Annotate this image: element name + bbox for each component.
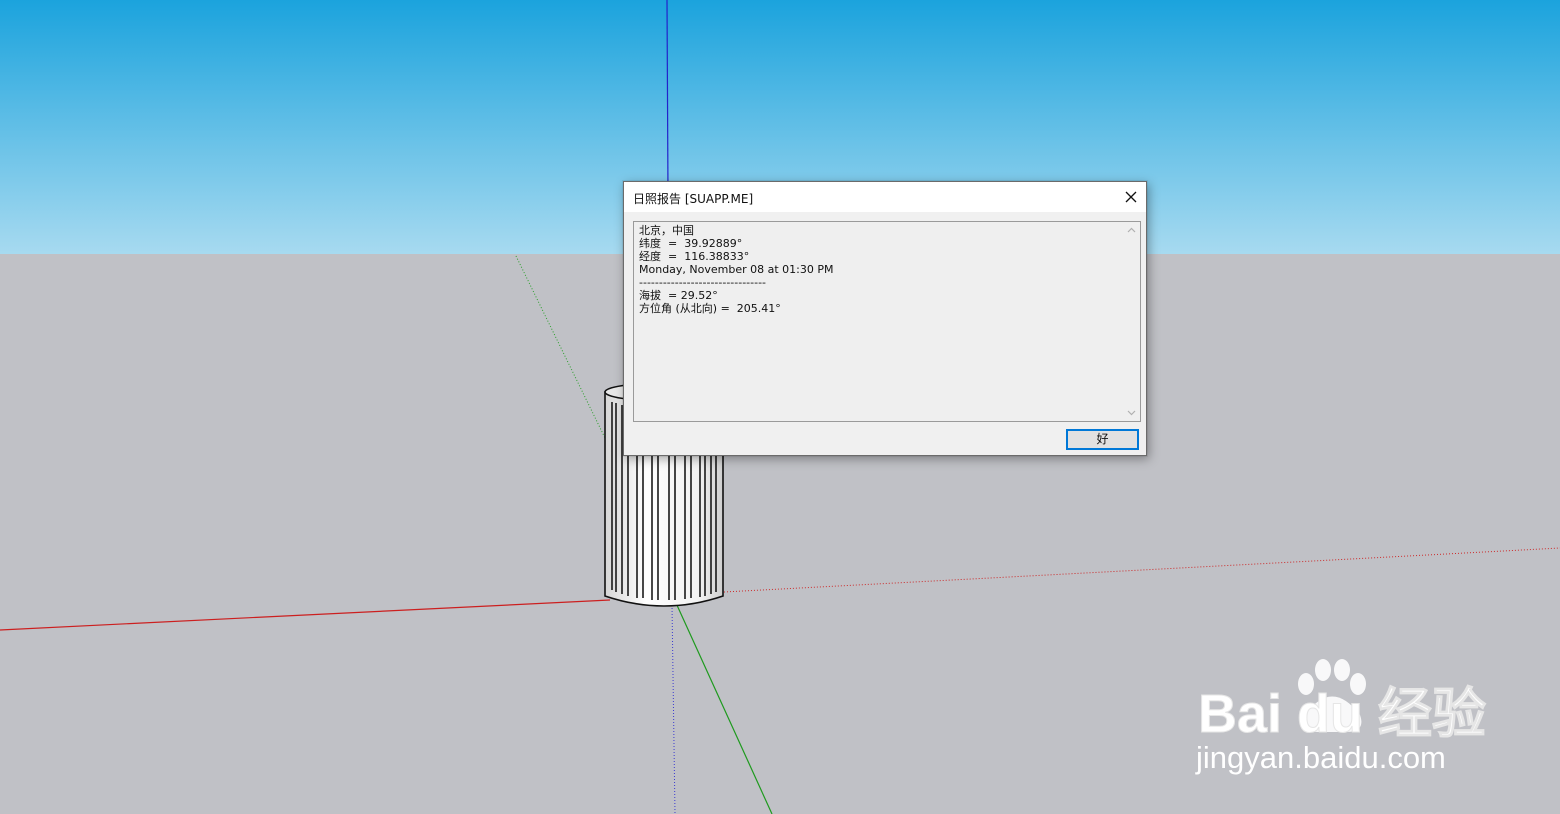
report-textarea[interactable]: 北京，中国 纬度 = 39.92889° 经度 = 116.38833° Monday… (633, 221, 1141, 422)
baidu-jingyan-watermark: Bai du 经验 jingyan.baidu.com (1195, 659, 1487, 775)
watermark-brand: Bai du 经验 (1198, 684, 1486, 744)
watermark-url: jingyan.baidu.com (1195, 740, 1446, 775)
report-datetime: Monday, November 08 at 01:30 PM (639, 263, 834, 276)
scroll-down-arrow-icon[interactable] (1126, 407, 1137, 418)
vertical-scrollbar[interactable] (1123, 222, 1140, 421)
ok-button[interactable]: 好 (1066, 429, 1139, 450)
close-button[interactable] (1116, 182, 1146, 212)
report-azimuth: 方位角 (从北向) = 205.41° (639, 302, 781, 315)
report-location: 北京，中国 (639, 224, 694, 237)
report-text: 北京，中国 纬度 = 39.92889° 经度 = 116.38833° Monday… (639, 224, 1120, 315)
report-altitude: 海拔 = 29.52° (639, 289, 718, 302)
dialog-titlebar[interactable]: 日照报告 [SUAPP.ME] (624, 182, 1146, 212)
scroll-up-arrow-icon[interactable] (1126, 225, 1137, 236)
report-latitude: 纬度 = 39.92889° (639, 237, 743, 250)
report-longitude: 经度 = 116.38833° (639, 250, 750, 263)
report-separator: -------------------------------- (639, 276, 767, 289)
close-icon (1125, 191, 1137, 203)
sun-report-dialog: 日照报告 [SUAPP.ME] 北京，中国 纬度 = 39.92889° 经度 = … (623, 181, 1147, 456)
dialog-title: 日照报告 [SUAPP.ME] (633, 192, 754, 206)
